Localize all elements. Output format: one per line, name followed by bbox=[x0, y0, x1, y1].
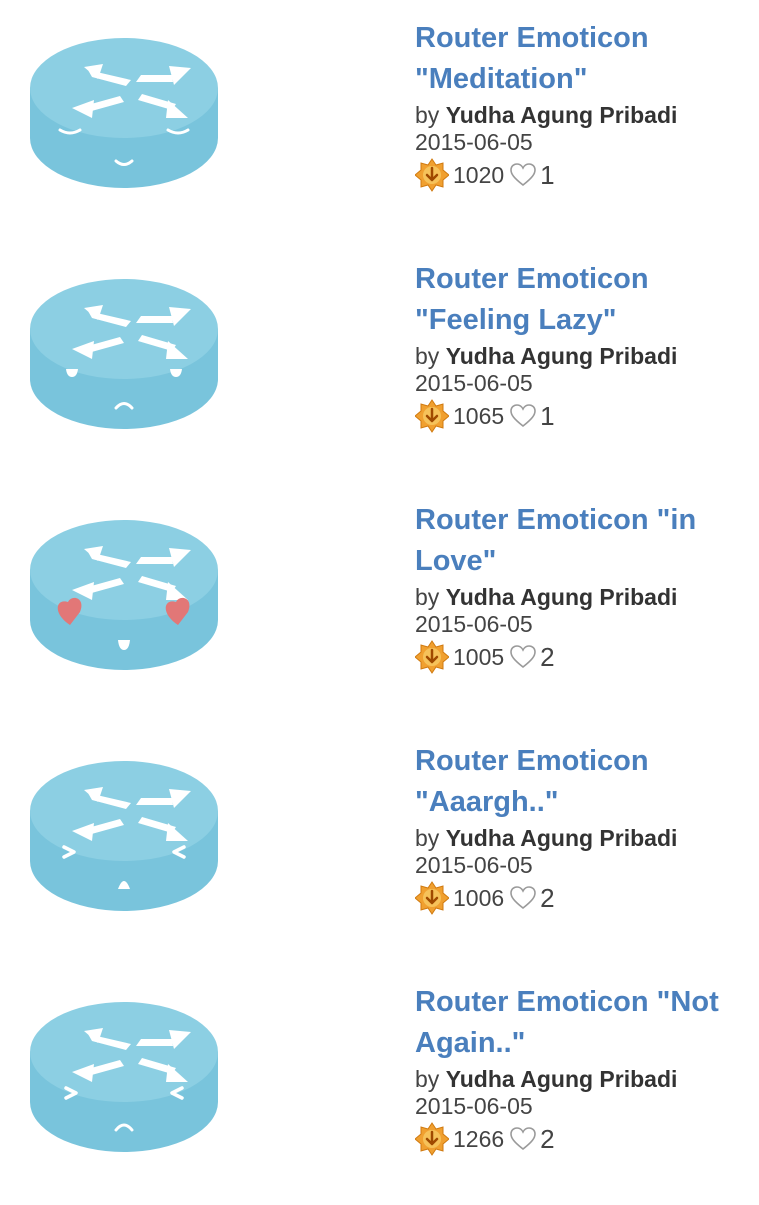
item-title-link[interactable]: Router Emoticon "in Love" bbox=[415, 500, 751, 582]
byline: by Yudha Agung Pribadi bbox=[415, 342, 751, 370]
upload-date: 2015-06-05 bbox=[415, 370, 533, 396]
like-count: 2 bbox=[540, 641, 555, 672]
like-count: 2 bbox=[540, 1123, 555, 1154]
item-stats: 1020 1 bbox=[414, 155, 751, 195]
upload-date: 2015-06-05 bbox=[415, 1093, 533, 1119]
title-line-1: Router Emoticon bbox=[415, 263, 649, 295]
item-info: Router Emoticon "Aaargh.." by Yudha Agun… bbox=[414, 741, 751, 918]
item-info: Router Emoticon "Meditation" by Yudha Ag… bbox=[414, 18, 751, 195]
download-count-icon bbox=[414, 640, 450, 674]
item-title-link[interactable]: Router Emoticon "Not Again.." bbox=[415, 982, 751, 1064]
like-count: 2 bbox=[540, 882, 555, 913]
download-count-icon bbox=[414, 1122, 450, 1156]
item-info: Router Emoticon "Feeling Lazy" by Yudha … bbox=[414, 259, 751, 436]
author-name[interactable]: Yudha Agung Pribadi bbox=[446, 825, 678, 851]
router-meditation-thumbnail[interactable] bbox=[28, 28, 220, 193]
clipart-list-item: Router Emoticon "Feeling Lazy" by Yudha … bbox=[0, 241, 759, 482]
item-stats: 1005 2 bbox=[414, 637, 751, 677]
download-count-icon bbox=[414, 399, 450, 433]
item-stats: 1266 2 bbox=[414, 1119, 751, 1159]
by-label: by bbox=[415, 102, 440, 128]
heart-icon[interactable] bbox=[510, 1127, 536, 1151]
by-label: by bbox=[415, 1066, 440, 1092]
clipart-list-item: Router Emoticon "in Love" by Yudha Agung… bbox=[0, 482, 759, 723]
title-line-2: Love" bbox=[415, 545, 497, 577]
like-count: 1 bbox=[540, 400, 555, 431]
upload-date: 2015-06-05 bbox=[415, 611, 533, 637]
title-line-2: Again.." bbox=[415, 1027, 526, 1059]
by-label: by bbox=[415, 584, 440, 610]
heart-icon[interactable] bbox=[510, 645, 536, 669]
clipart-list-item: Router Emoticon "Aaargh.." by Yudha Agun… bbox=[0, 723, 759, 964]
title-line-1: Router Emoticon "in bbox=[415, 504, 697, 536]
download-count: 1266 bbox=[453, 1125, 505, 1152]
download-count: 1006 bbox=[453, 884, 505, 911]
title-line-1: Router Emoticon bbox=[415, 22, 649, 54]
clipart-list-item: Router Emoticon "Not Again.." by Yudha A… bbox=[0, 964, 759, 1205]
author-name[interactable]: Yudha Agung Pribadi bbox=[446, 343, 678, 369]
download-count: 1020 bbox=[453, 161, 505, 188]
clipart-list-item: Router Emoticon "Meditation" by Yudha Ag… bbox=[0, 0, 759, 241]
title-line-2: "Aaargh.." bbox=[415, 786, 559, 818]
byline: by Yudha Agung Pribadi bbox=[415, 583, 751, 611]
heart-icon[interactable] bbox=[510, 163, 536, 187]
download-count-icon bbox=[414, 158, 450, 192]
item-title-link[interactable]: Router Emoticon "Aaargh.." bbox=[415, 741, 751, 823]
upload-date: 2015-06-05 bbox=[415, 852, 533, 878]
router-aaargh-thumbnail[interactable] bbox=[28, 751, 220, 916]
router-feeling-lazy-thumbnail[interactable] bbox=[28, 269, 220, 434]
byline: by Yudha Agung Pribadi bbox=[415, 824, 751, 852]
by-label: by bbox=[415, 343, 440, 369]
upload-date: 2015-06-05 bbox=[415, 129, 533, 155]
like-count: 1 bbox=[540, 159, 555, 190]
router-not-again-thumbnail[interactable] bbox=[28, 992, 220, 1157]
item-info: Router Emoticon "in Love" by Yudha Agung… bbox=[414, 500, 751, 677]
title-line-1: Router Emoticon "Not bbox=[415, 986, 719, 1018]
item-stats: 1065 1 bbox=[414, 396, 751, 436]
title-line-2: "Feeling Lazy" bbox=[415, 304, 617, 336]
author-name[interactable]: Yudha Agung Pribadi bbox=[446, 102, 678, 128]
author-name[interactable]: Yudha Agung Pribadi bbox=[446, 1066, 678, 1092]
byline: by Yudha Agung Pribadi bbox=[415, 1065, 751, 1093]
download-count-icon bbox=[414, 881, 450, 915]
author-name[interactable]: Yudha Agung Pribadi bbox=[446, 584, 678, 610]
heart-icon[interactable] bbox=[510, 404, 536, 428]
download-count: 1005 bbox=[453, 643, 505, 670]
router-in-love-thumbnail[interactable] bbox=[28, 510, 220, 675]
heart-icon[interactable] bbox=[510, 886, 536, 910]
download-count: 1065 bbox=[453, 402, 505, 429]
title-line-2: "Meditation" bbox=[415, 63, 588, 95]
byline: by Yudha Agung Pribadi bbox=[415, 101, 751, 129]
by-label: by bbox=[415, 825, 440, 851]
item-title-link[interactable]: Router Emoticon "Meditation" bbox=[415, 18, 751, 100]
title-line-1: Router Emoticon bbox=[415, 745, 649, 777]
item-title-link[interactable]: Router Emoticon "Feeling Lazy" bbox=[415, 259, 751, 341]
item-info: Router Emoticon "Not Again.." by Yudha A… bbox=[414, 982, 751, 1159]
item-stats: 1006 2 bbox=[414, 878, 751, 918]
